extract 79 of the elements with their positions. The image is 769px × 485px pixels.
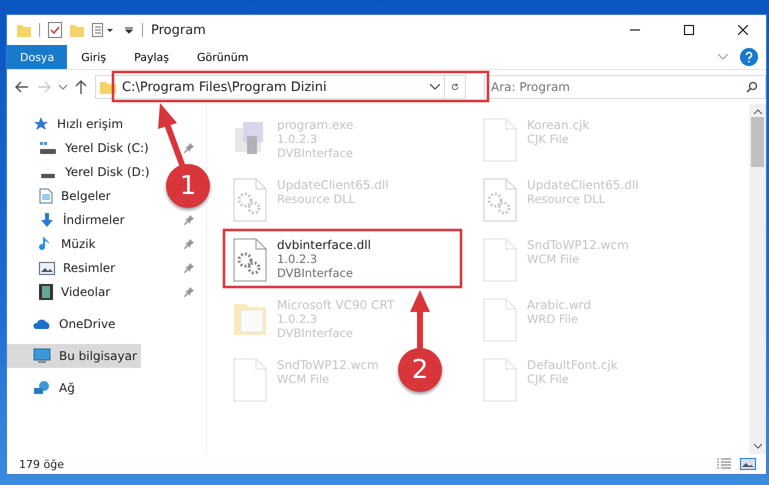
- sidebar-item[interactable]: OneDrive: [7, 312, 120, 336]
- file-detail: DVBInterface: [277, 146, 354, 160]
- film-icon: [39, 284, 53, 300]
- help-icon[interactable]: [740, 48, 758, 66]
- download-icon: [39, 212, 55, 228]
- search-field[interactable]: Ara: Program: [484, 75, 766, 99]
- ribbon-tab[interactable]: Paylaş: [120, 45, 183, 69]
- ribbon-tab[interactable]: Görünüm: [183, 45, 262, 69]
- up-button[interactable]: [75, 80, 87, 94]
- ribbon-tab[interactable]: Dosya: [7, 45, 68, 69]
- file-icon: [483, 238, 517, 282]
- minimize-icon: [630, 29, 640, 31]
- scroll-up-icon[interactable]: [754, 109, 762, 115]
- close-icon: [738, 25, 748, 35]
- file-detail: CJK File: [527, 372, 570, 386]
- sidebar-item[interactable]: Yerel Disk (C:): [7, 136, 153, 160]
- refresh-button[interactable]: [444, 75, 466, 99]
- file-name[interactable]: dvbinterface.dll: [277, 238, 371, 252]
- file-detail: Resource DLL: [527, 192, 606, 206]
- cloud-icon: [33, 318, 51, 330]
- computer-icon: [33, 348, 51, 364]
- maximize-icon: [684, 25, 694, 35]
- scrollbar[interactable]: [749, 104, 766, 454]
- gear-file-icon: [233, 178, 267, 222]
- document-icon: [39, 188, 53, 204]
- recent-dropdown[interactable]: [59, 84, 67, 90]
- file-detail: WCM File: [277, 372, 330, 386]
- sidebar-item[interactable]: Videolar: [7, 280, 114, 304]
- dropdown-icon[interactable]: [430, 84, 440, 90]
- file-detail: WRD File: [527, 312, 580, 326]
- sidebar-item[interactable]: Yerel Disk (D:): [7, 160, 154, 184]
- sidebar-item[interactable]: Müzik: [7, 232, 100, 256]
- refresh-icon: [451, 81, 459, 93]
- sidebar-item[interactable]: Ağ: [7, 376, 79, 400]
- details-view-icon[interactable]: [716, 458, 732, 470]
- ribbon-tab[interactable]: Giriş: [67, 45, 120, 69]
- file-detail: 1.0.2.3: [277, 132, 318, 146]
- picture-icon: [39, 262, 55, 274]
- file-detail: CJK File: [527, 132, 570, 146]
- pin-icon[interactable]: [184, 215, 194, 225]
- address-field[interactable]: C:\Program Files\Program Dizini: [95, 75, 445, 99]
- address-path: C:\Program Files\Program Dizini: [122, 80, 328, 94]
- tiles-view-icon[interactable]: [740, 458, 756, 470]
- gear-file-icon: [483, 178, 517, 222]
- folder-icon: [17, 23, 31, 37]
- sidebar-item[interactable]: Hızlı erişim: [7, 112, 128, 136]
- properties-icon[interactable]: [48, 22, 62, 38]
- sidebar-item[interactable]: Bu bilgisayar: [7, 344, 141, 368]
- file-icon: [483, 118, 517, 162]
- back-button[interactable]: [15, 81, 29, 93]
- sidebar-item[interactable]: İndirmeler: [7, 208, 129, 232]
- file-icon: [483, 298, 517, 342]
- sidebar-item[interactable]: Belgeler: [7, 184, 115, 208]
- expand-ribbon-icon[interactable]: [718, 54, 728, 60]
- file-detail: 1.0.2.3: [277, 312, 318, 326]
- network-icon: [33, 380, 51, 396]
- star-icon: [33, 116, 49, 132]
- file-detail: DVBInterface: [277, 266, 354, 280]
- pin-icon[interactable]: [184, 287, 194, 297]
- window-title: Program: [151, 22, 207, 38]
- drive-icon: [39, 141, 57, 155]
- file-icon: [233, 358, 267, 402]
- gear-file-icon: [233, 238, 267, 282]
- sidebar-item[interactable]: Resimler: [7, 256, 120, 280]
- file-detail: Resource DLL: [277, 192, 356, 206]
- item-count: 179 öğe: [19, 458, 64, 470]
- dropdown-icon[interactable]: [124, 25, 134, 35]
- pin-icon[interactable]: [184, 263, 194, 273]
- view-menu-icon[interactable]: [92, 23, 116, 37]
- file-detail: WCM File: [527, 252, 580, 266]
- file-icon: [483, 358, 517, 402]
- pin-icon[interactable]: [184, 239, 194, 249]
- drive-icon: [39, 173, 57, 179]
- scroll-down-icon[interactable]: [754, 443, 762, 449]
- file-detail: DVBInterface: [277, 326, 354, 340]
- file-detail: 1.0.2.3: [277, 252, 318, 266]
- pin-icon[interactable]: [184, 143, 194, 153]
- pointer-arrow: [410, 290, 430, 350]
- scroll-thumb[interactable]: [751, 117, 764, 167]
